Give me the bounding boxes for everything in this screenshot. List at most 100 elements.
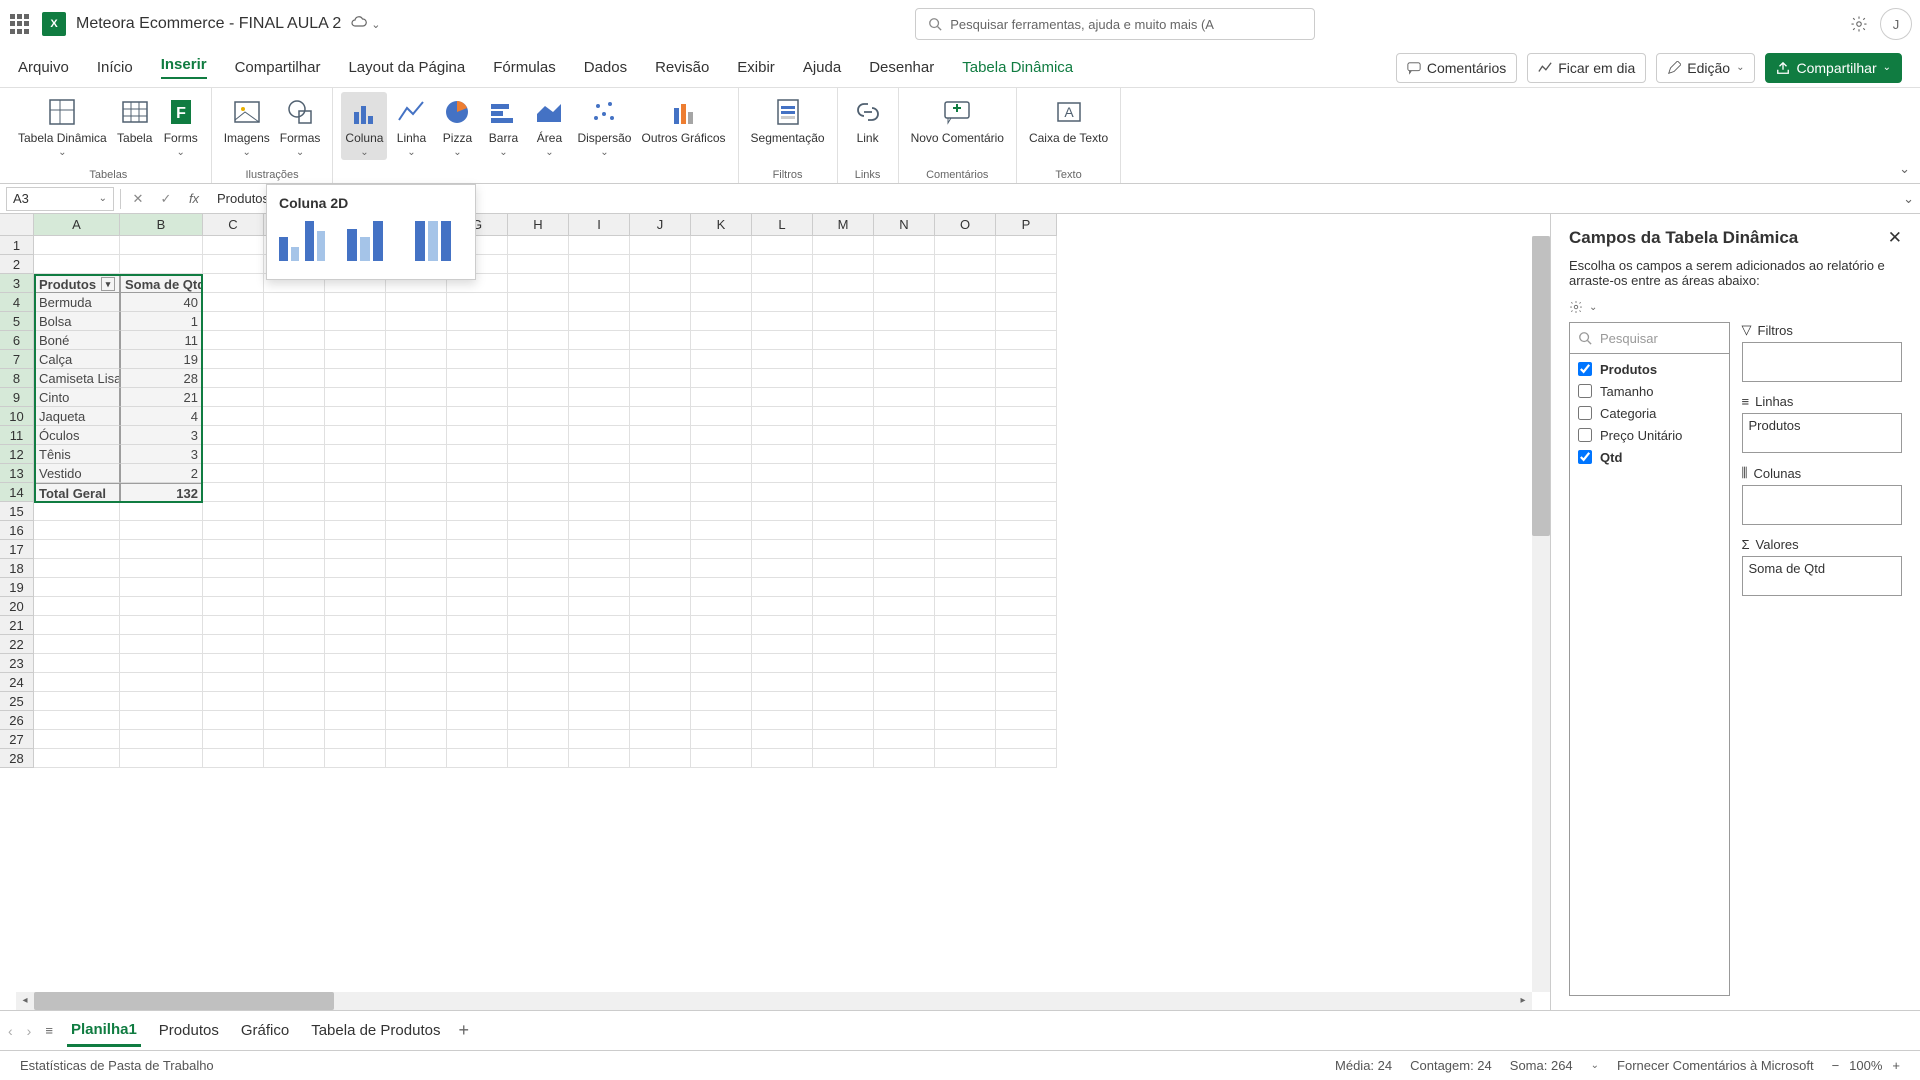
cell-M7[interactable] [813,350,874,369]
cell-N13[interactable] [874,464,935,483]
cell-F4[interactable] [386,293,447,312]
cell-J6[interactable] [630,331,691,350]
cell-E4[interactable] [325,293,386,312]
cell-M15[interactable] [813,502,874,521]
cell-B19[interactable] [120,578,203,597]
cell-C13[interactable] [203,464,264,483]
tab-desenhar[interactable]: Desenhar [869,59,934,76]
scroll-right-icon[interactable]: ▸ [1514,992,1532,1010]
row-header-12[interactable]: 12 [0,445,34,464]
cell-O6[interactable] [935,331,996,350]
cell-F17[interactable] [386,540,447,559]
cell-F28[interactable] [386,749,447,768]
cell-E11[interactable] [325,426,386,445]
cell-L25[interactable] [752,692,813,711]
cell-M5[interactable] [813,312,874,331]
field-search[interactable]: Pesquisar [1569,322,1730,354]
cell-P15[interactable] [996,502,1057,521]
cell-M2[interactable] [813,255,874,274]
cell-H22[interactable] [508,635,569,654]
cell-M10[interactable] [813,407,874,426]
user-avatar[interactable]: J [1880,8,1912,40]
cell-P4[interactable] [996,293,1057,312]
cell-H20[interactable] [508,597,569,616]
cell-K26[interactable] [691,711,752,730]
cell-J10[interactable] [630,407,691,426]
column-header-C[interactable]: C [203,214,264,236]
values-dropzone[interactable]: Soma de Qtd [1742,556,1903,596]
zoom-in-button[interactable]: + [1892,1058,1900,1073]
cell-C23[interactable] [203,654,264,673]
cell-A20[interactable] [34,597,120,616]
cell-G26[interactable] [447,711,508,730]
cell-F24[interactable] [386,673,447,692]
cell-P25[interactable] [996,692,1057,711]
row-header-3[interactable]: 3 [0,274,34,293]
gear-icon[interactable] [1569,300,1583,314]
cell-A22[interactable] [34,635,120,654]
cell-F13[interactable] [386,464,447,483]
sheet-tab-grafico[interactable]: Gráfico [237,1016,293,1045]
cell-N4[interactable] [874,293,935,312]
cell-K24[interactable] [691,673,752,692]
zoom-level[interactable]: 100% [1849,1058,1882,1073]
cell-B13[interactable]: 2 [120,464,203,483]
cell-P24[interactable] [996,673,1057,692]
select-all-corner[interactable] [0,214,34,236]
cell-L16[interactable] [752,521,813,540]
cell-H21[interactable] [508,616,569,635]
cell-E18[interactable] [325,559,386,578]
cell-M27[interactable] [813,730,874,749]
cell-B23[interactable] [120,654,203,673]
cell-O2[interactable] [935,255,996,274]
cell-H5[interactable] [508,312,569,331]
cell-I1[interactable] [569,236,630,255]
cell-P7[interactable] [996,350,1057,369]
cell-I5[interactable] [569,312,630,331]
pie-chart-button[interactable]: Pizza ⌄ [435,92,479,160]
cell-B14[interactable]: 132 [120,483,203,502]
cell-J13[interactable] [630,464,691,483]
cell-O1[interactable] [935,236,996,255]
cell-D7[interactable] [264,350,325,369]
scroll-left-icon[interactable]: ◂ [16,992,34,1010]
cell-L13[interactable] [752,464,813,483]
row-header-8[interactable]: 8 [0,369,34,388]
cell-A11[interactable]: Óculos [34,426,120,445]
row-header-9[interactable]: 9 [0,388,34,407]
cell-O23[interactable] [935,654,996,673]
cell-L10[interactable] [752,407,813,426]
cell-A17[interactable] [34,540,120,559]
pivot-filter-button[interactable]: ▾ [101,277,115,291]
cell-A5[interactable]: Bolsa [34,312,120,331]
cell-D22[interactable] [264,635,325,654]
cell-D5[interactable] [264,312,325,331]
cell-M9[interactable] [813,388,874,407]
cell-D27[interactable] [264,730,325,749]
cell-M24[interactable] [813,673,874,692]
cell-L28[interactable] [752,749,813,768]
cell-I8[interactable] [569,369,630,388]
cell-H17[interactable] [508,540,569,559]
cell-N5[interactable] [874,312,935,331]
cell-K1[interactable] [691,236,752,255]
cell-I2[interactable] [569,255,630,274]
cell-O12[interactable] [935,445,996,464]
cell-B10[interactable]: 4 [120,407,203,426]
ribbon-collapse-icon[interactable]: ⌄ [1899,161,1910,177]
cell-N1[interactable] [874,236,935,255]
tab-exibir[interactable]: Exibir [737,59,775,76]
cell-E19[interactable] [325,578,386,597]
cell-I9[interactable] [569,388,630,407]
cell-O26[interactable] [935,711,996,730]
cell-E26[interactable] [325,711,386,730]
link-button[interactable]: Link [846,92,890,147]
cell-M16[interactable] [813,521,874,540]
cell-N28[interactable] [874,749,935,768]
cell-E5[interactable] [325,312,386,331]
cell-E27[interactable] [325,730,386,749]
cell-F20[interactable] [386,597,447,616]
cell-N17[interactable] [874,540,935,559]
cell-H19[interactable] [508,578,569,597]
cell-E10[interactable] [325,407,386,426]
